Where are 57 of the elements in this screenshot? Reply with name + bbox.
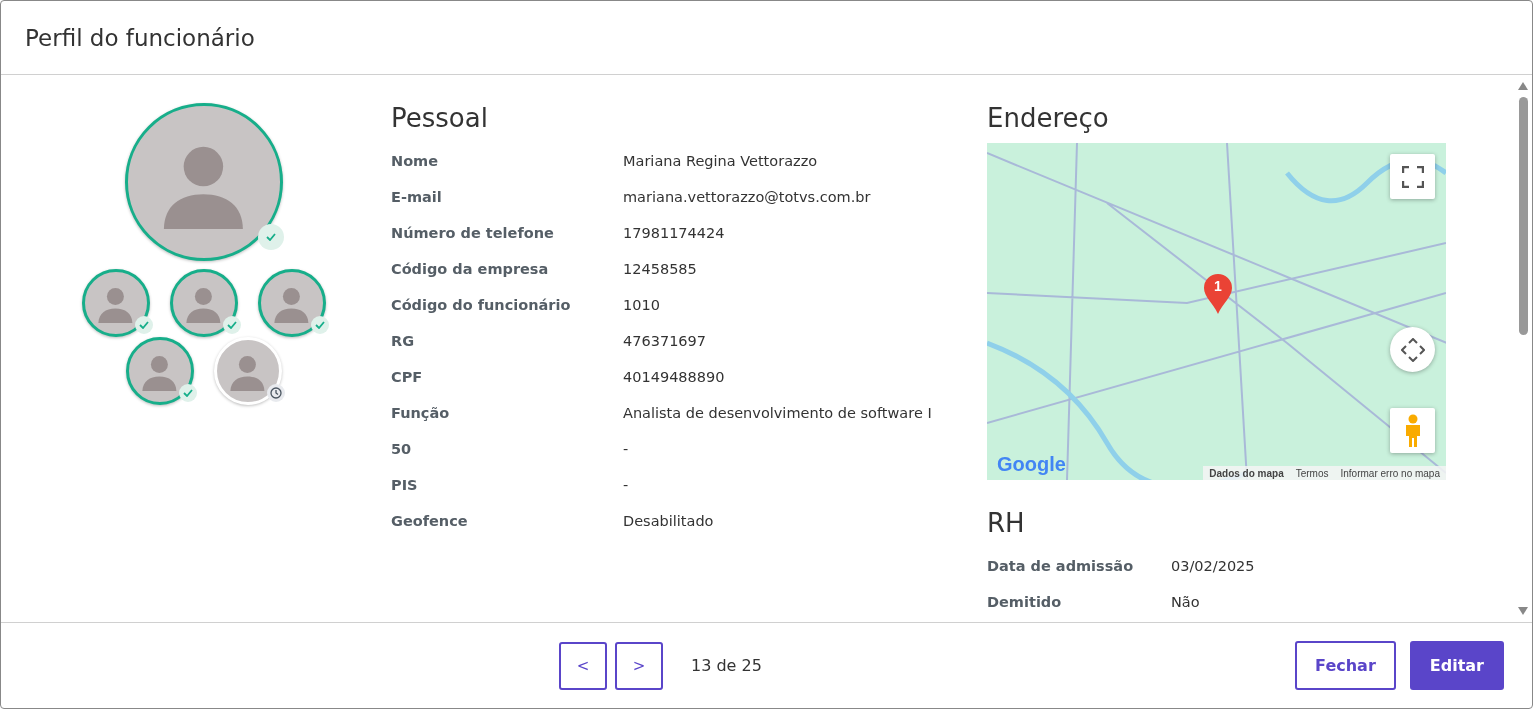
field-value: 476371697 — [623, 333, 708, 349]
action-button[interactable]: Editar — [1409, 641, 1504, 690]
field-label: RG — [391, 333, 416, 349]
dialog-title: Perfil do funcionário — [25, 24, 255, 51]
section-heading: Pessoal — [391, 103, 489, 133]
field-label: Código do funcionário — [391, 297, 572, 313]
field-label: Função — [391, 405, 451, 421]
field-value: - — [623, 441, 630, 457]
map-attribution-link[interactable]: Termos — [1295, 467, 1329, 479]
check-icon — [310, 316, 329, 334]
photo-placeholder[interactable] — [169, 269, 238, 337]
field-value: Desabilitado — [623, 513, 715, 529]
field-label: 50 — [391, 441, 413, 457]
page-counter: 13 de 25 — [691, 656, 762, 675]
field-label: E-mail — [391, 189, 443, 205]
photo-placeholder[interactable] — [257, 269, 326, 337]
map-logo: Google — [997, 453, 1066, 476]
field-label: Data de admissão — [987, 558, 1135, 574]
field-value: 1010 — [623, 297, 661, 313]
field-value: - — [623, 477, 630, 493]
section-heading: RH — [987, 508, 1026, 538]
field-label: PIS — [391, 477, 419, 493]
scroll-up-icon[interactable] — [1517, 81, 1529, 91]
map-marker[interactable]: 1 — [1203, 273, 1233, 315]
field-label: Número de telefone — [391, 225, 555, 241]
field-label: CPF — [391, 369, 424, 385]
field-value: mariana.vettorazzo@totvs.com.br — [623, 189, 872, 205]
field-value: Analista de desenvolvimento de software I — [623, 405, 933, 421]
field-label: Código da empresa — [391, 261, 550, 277]
next-button[interactable]: > — [615, 641, 663, 690]
photo-placeholder[interactable] — [81, 269, 150, 337]
map-placeholder[interactable]: 1 Google Dados do mapa Termos Informar erro no mapa — [987, 143, 1446, 480]
field-value: Não — [1171, 594, 1201, 610]
field-label: Demitido — [987, 594, 1063, 610]
field-value: 12458585 — [623, 261, 698, 277]
check-icon — [222, 316, 241, 334]
pan-arrows-icon[interactable] — [1390, 327, 1435, 372]
field-label: Geofence — [391, 513, 469, 529]
fullscreen-icon[interactable] — [1390, 154, 1435, 199]
pegman-icon[interactable] — [1390, 408, 1435, 453]
field-label: Nome — [391, 153, 440, 169]
check-icon — [257, 224, 284, 250]
photo-placeholder[interactable] — [125, 337, 194, 405]
section-heading: Endereço — [987, 103, 1110, 133]
scroll-down-icon[interactable] — [1517, 606, 1529, 616]
field-value: 03/02/2025 — [1171, 558, 1256, 574]
previous-button[interactable]: < — [559, 641, 607, 690]
check-icon — [134, 316, 153, 334]
field-value: 17981174424 — [623, 225, 726, 241]
check-icon — [178, 384, 197, 402]
map-attribution-link[interactable]: Dados do mapa — [1209, 467, 1284, 479]
action-button[interactable]: Fechar — [1295, 641, 1396, 690]
field-value: Mariana Regina Vettorazzo — [623, 153, 819, 169]
scrollbar-thumb[interactable] — [1518, 97, 1528, 335]
map-attribution-link[interactable]: Informar erro no mapa — [1340, 467, 1440, 479]
field-value: 40149488890 — [623, 369, 726, 385]
clock-icon — [266, 384, 285, 402]
